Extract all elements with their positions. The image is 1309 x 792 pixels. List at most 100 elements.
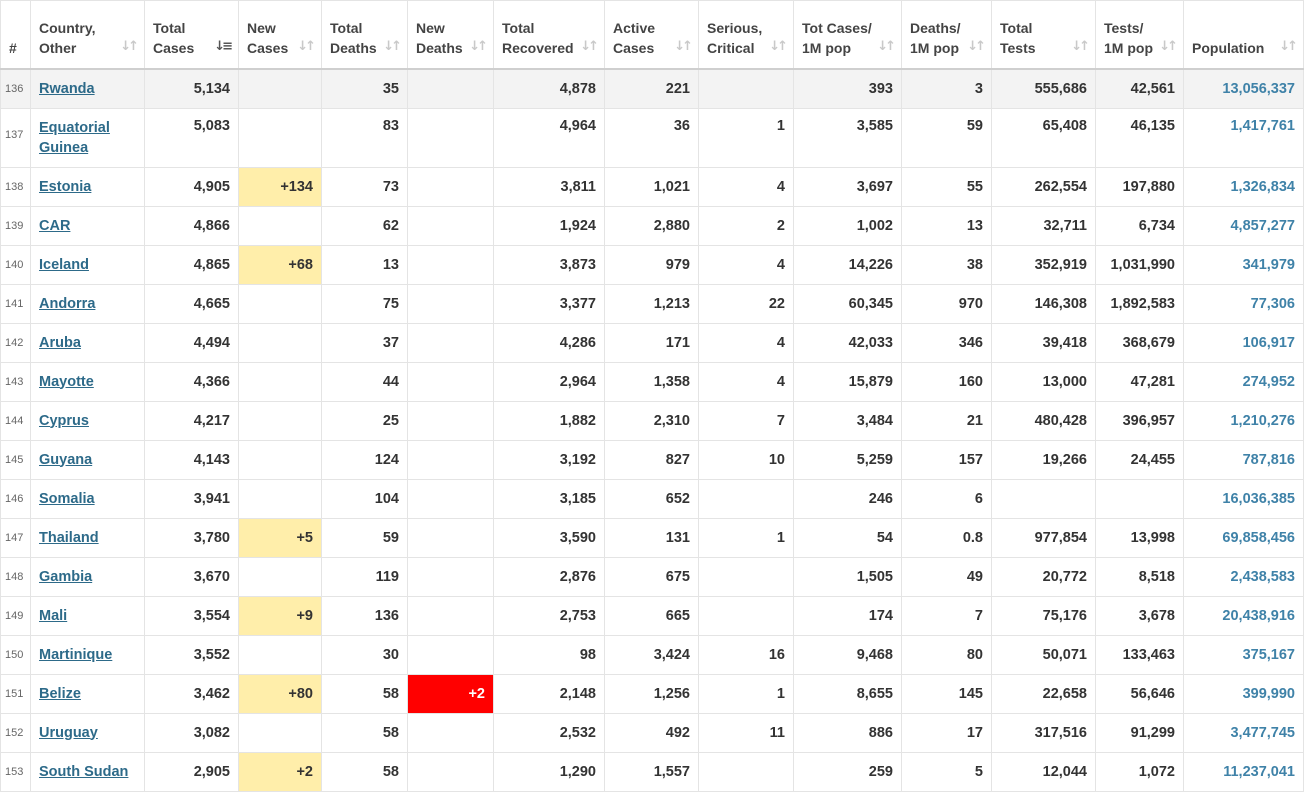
- column-header-line1: New: [247, 20, 276, 36]
- sort-updown-icon[interactable]: ↓↑: [469, 37, 488, 57]
- country-link[interactable]: Aruba: [39, 335, 81, 351]
- cell-cases-per-1m: 5,259: [793, 439, 902, 480]
- sort-updown-icon[interactable]: ↓↑: [1279, 37, 1298, 57]
- country-link[interactable]: Belize: [39, 686, 81, 702]
- cell-new-deaths: [407, 751, 494, 792]
- population-link[interactable]: 399,990: [1243, 686, 1295, 702]
- cell-new-cases: [238, 439, 322, 480]
- column-header-active-cases[interactable]: Active Cases ↓↑: [604, 0, 699, 70]
- country-link[interactable]: Andorra: [39, 296, 95, 312]
- sort-updown-icon[interactable]: ↓↑: [120, 37, 139, 57]
- column-header-tests-per-1m[interactable]: Tests/1M pop ↓↑: [1095, 0, 1184, 70]
- population-link[interactable]: 11,237,041: [1223, 764, 1295, 780]
- cell-deaths-per-1m: 13: [901, 205, 992, 246]
- cell-population: 1,417,761: [1183, 107, 1304, 168]
- population-link[interactable]: 4,857,277: [1230, 218, 1295, 234]
- cell-tests-per-1m: 8,518: [1095, 556, 1184, 597]
- sort-updown-icon[interactable]: ↓↑: [769, 37, 788, 57]
- cell-new-deaths: [407, 439, 494, 480]
- sort-updown-icon[interactable]: ↓↑: [674, 37, 693, 57]
- country-link[interactable]: Equatorial Guinea: [39, 120, 110, 156]
- cell-total-recovered: 2,532: [493, 712, 605, 753]
- sort-updown-icon[interactable]: ↓↑: [877, 37, 896, 57]
- sort-descending-icon[interactable]: ↓≡: [214, 37, 233, 57]
- country-link[interactable]: Cyprus: [39, 413, 89, 429]
- cell-tests-per-1m: 13,998: [1095, 517, 1184, 558]
- sort-updown-icon[interactable]: ↓↑: [580, 37, 599, 57]
- cell-cases-per-1m: 15,879: [793, 361, 902, 402]
- population-link[interactable]: 16,036,385: [1222, 491, 1295, 507]
- country-link[interactable]: Uruguay: [39, 725, 98, 741]
- cell-total-cases: 4,866: [144, 205, 239, 246]
- population-link[interactable]: 274,952: [1243, 374, 1295, 390]
- cell-new-cases: [238, 205, 322, 246]
- column-header-deaths-per-1m[interactable]: Deaths/1M pop ↓↑: [901, 0, 992, 70]
- column-header-line1: Serious,: [707, 20, 763, 36]
- cell-total-deaths: 58: [321, 673, 408, 714]
- country-link[interactable]: Rwanda: [39, 81, 95, 97]
- column-header-line1: Total: [153, 20, 186, 36]
- column-header-population[interactable]: Population ↓↑: [1183, 0, 1304, 70]
- cell-total-deaths: 124: [321, 439, 408, 480]
- cell-total-recovered: 4,878: [493, 68, 605, 109]
- population-link[interactable]: 341,979: [1243, 257, 1295, 273]
- cell-serious-critical: 11: [698, 712, 794, 753]
- population-link[interactable]: 20,438,916: [1222, 608, 1295, 624]
- column-header-serious-critical[interactable]: Serious, Critical ↓↑: [698, 0, 794, 70]
- column-header-total-recovered[interactable]: Total Recovered ↓↑: [493, 0, 605, 70]
- cell-population: 69,858,456: [1183, 517, 1304, 558]
- sort-updown-icon[interactable]: ↓↑: [1071, 37, 1090, 57]
- country-link[interactable]: Iceland: [39, 257, 89, 273]
- country-link[interactable]: Gambia: [39, 569, 92, 585]
- column-header-line2: Cases: [247, 40, 289, 56]
- column-header-total-tests[interactable]: Total Tests ↓↑: [991, 0, 1096, 70]
- cell-rank: 137: [0, 107, 31, 168]
- cell-total-deaths: 58: [321, 712, 408, 753]
- cell-new-cases: [238, 283, 322, 324]
- cell-total-tests: 262,554: [991, 166, 1096, 207]
- cell-new-deaths: [407, 712, 494, 753]
- country-link[interactable]: Mayotte: [39, 374, 94, 390]
- sort-updown-icon[interactable]: ↓↑: [1159, 37, 1178, 57]
- population-link[interactable]: 106,917: [1243, 335, 1295, 351]
- column-header-new-cases[interactable]: New Cases ↓↑: [238, 0, 322, 70]
- country-link[interactable]: Martinique: [39, 647, 112, 663]
- sort-updown-icon[interactable]: ↓↑: [297, 37, 316, 57]
- cell-total-deaths: 73: [321, 166, 408, 207]
- cell-active-cases: 1,256: [604, 673, 699, 714]
- sort-updown-icon[interactable]: ↓↑: [967, 37, 986, 57]
- sort-updown-icon[interactable]: ↓↑: [383, 37, 402, 57]
- cell-tests-per-1m: 3,678: [1095, 595, 1184, 636]
- population-link[interactable]: 1,210,276: [1230, 413, 1295, 429]
- column-header-total-deaths[interactable]: Total Deaths ↓↑: [321, 0, 408, 70]
- table-row: 148 Gambia 3,670 119 2,876 675 1,505 49 20,772 8,…: [0, 556, 1304, 597]
- column-header-cases-per-1m[interactable]: Tot Cases/1M pop ↓↑: [793, 0, 902, 70]
- country-link[interactable]: Somalia: [39, 491, 95, 507]
- population-link[interactable]: 787,816: [1243, 452, 1295, 468]
- population-link[interactable]: 1,326,834: [1230, 179, 1295, 195]
- cell-total-deaths: 59: [321, 517, 408, 558]
- population-link[interactable]: 77,306: [1251, 296, 1295, 312]
- cell-tests-per-1m: 197,880: [1095, 166, 1184, 207]
- population-link[interactable]: 375,167: [1243, 647, 1295, 663]
- country-link[interactable]: Estonia: [39, 179, 91, 195]
- population-link[interactable]: 69,858,456: [1222, 530, 1295, 546]
- country-link[interactable]: CAR: [39, 218, 70, 234]
- population-link[interactable]: 13,056,337: [1222, 81, 1295, 97]
- country-link[interactable]: Guyana: [39, 452, 92, 468]
- country-link[interactable]: Mali: [39, 608, 67, 624]
- population-link[interactable]: 2,438,583: [1230, 569, 1295, 585]
- population-link[interactable]: 3,477,745: [1230, 725, 1295, 741]
- column-header-new-deaths[interactable]: New Deaths ↓↑: [407, 0, 494, 70]
- column-header-line1: Tests/: [1104, 20, 1144, 36]
- population-link[interactable]: 1,417,761: [1230, 118, 1295, 134]
- country-link[interactable]: South Sudan: [39, 764, 128, 780]
- table-row: 139 CAR 4,866 62 1,924 2,880 2 1,002 13 32,711 6,7…: [0, 205, 1304, 246]
- column-header-country[interactable]: Country, Other ↓↑: [30, 0, 145, 70]
- country-link[interactable]: Thailand: [39, 530, 99, 546]
- cell-population: 4,857,277: [1183, 205, 1304, 246]
- cell-total-tests: 12,044: [991, 751, 1096, 792]
- column-header-total-cases[interactable]: Total Cases ↓≡: [144, 0, 239, 70]
- cell-population: 77,306: [1183, 283, 1304, 324]
- cell-country: Cyprus: [30, 400, 145, 441]
